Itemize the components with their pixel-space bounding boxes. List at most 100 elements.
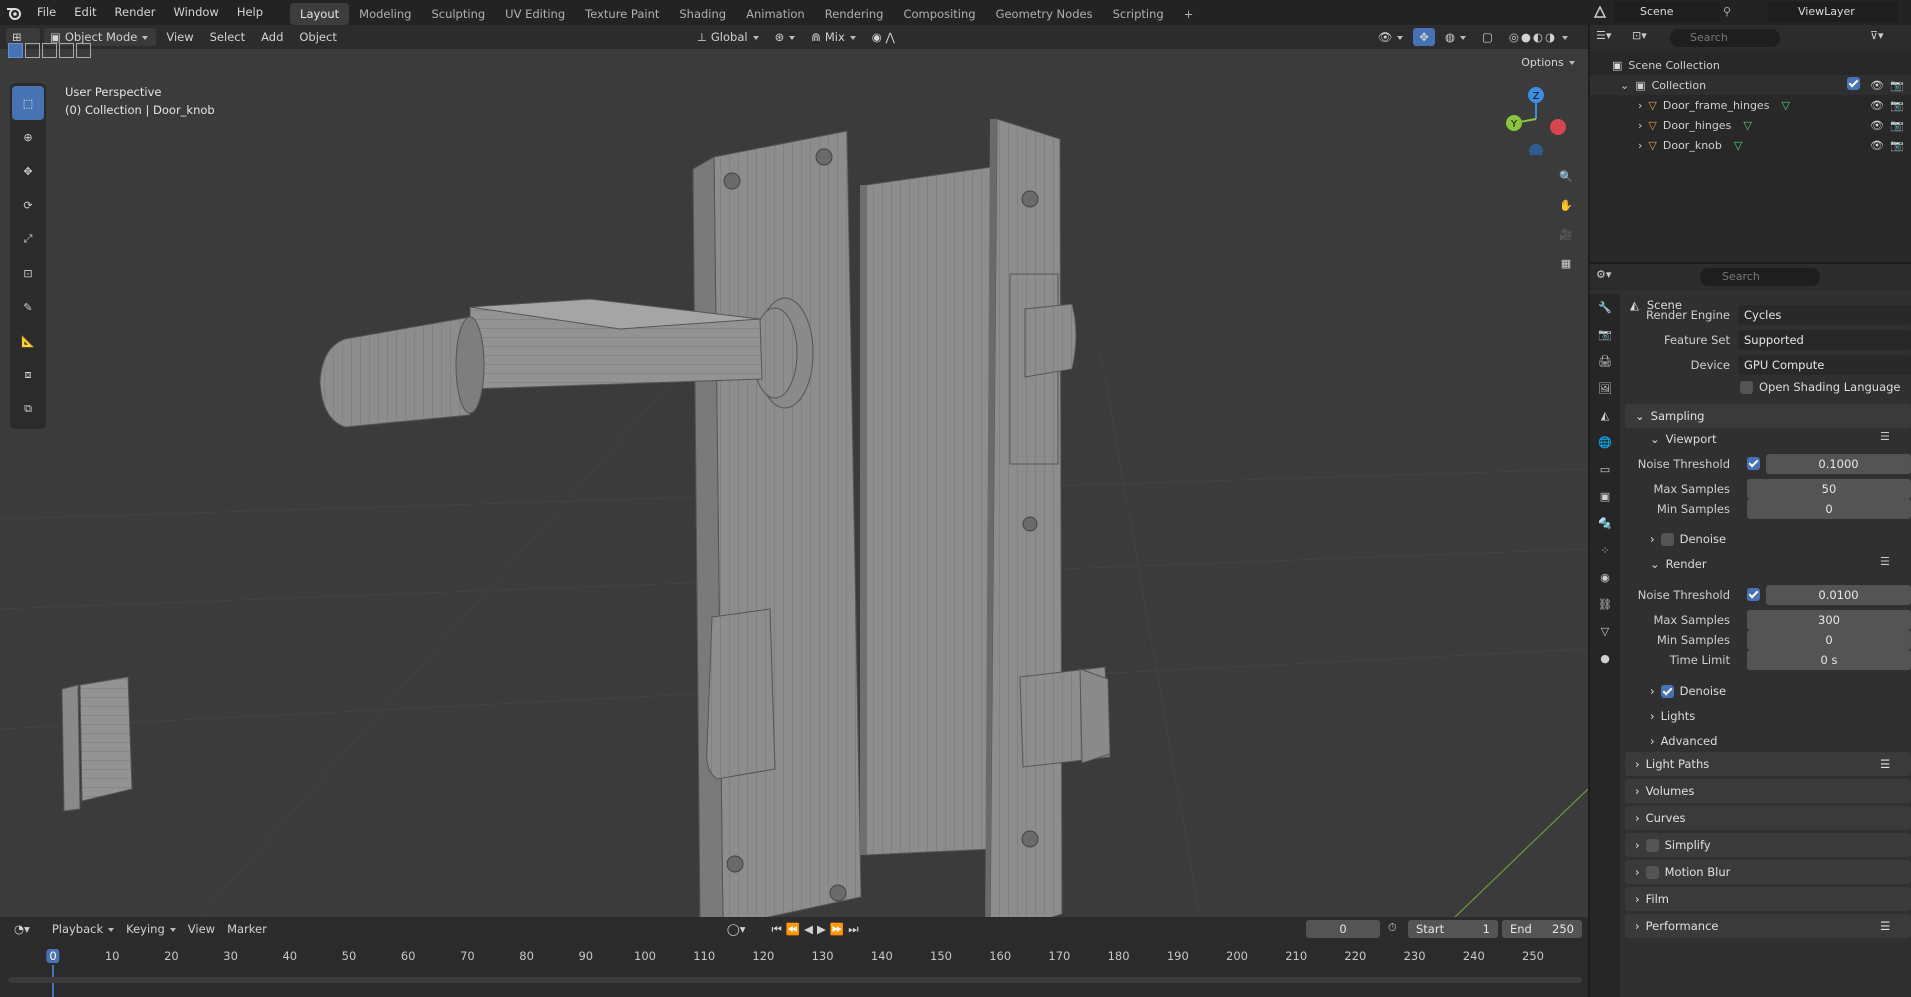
add-workspace-button[interactable]: +: [1174, 3, 1204, 25]
tab-geometry-nodes[interactable]: Geometry Nodes: [986, 3, 1103, 25]
select-box-tool[interactable]: ⬚: [12, 86, 44, 120]
scale-tool[interactable]: ⤢: [10, 222, 46, 256]
preset-list-icon[interactable]: ☰: [1880, 555, 1890, 568]
shading-modes[interactable]: ◎●◐◑: [1503, 28, 1574, 46]
transform-tool[interactable]: ⊡: [10, 256, 46, 290]
viewport-noise-checkbox[interactable]: [1747, 457, 1766, 473]
tab-modeling[interactable]: Modeling: [349, 3, 421, 25]
menu-edit[interactable]: Edit: [65, 0, 105, 25]
visibility-eye-icon[interactable]: 👁: [1870, 119, 1884, 132]
object-tab-icon[interactable]: ▣: [1590, 483, 1620, 510]
viewport-noise-threshold-field[interactable]: 0.1000: [1766, 454, 1911, 474]
tab-scripting[interactable]: Scripting: [1103, 3, 1174, 25]
tab-compositing[interactable]: Compositing: [893, 3, 985, 25]
world-tab-icon[interactable]: 🌐: [1590, 429, 1620, 456]
overlay-toggle-button[interactable]: ◍: [1439, 28, 1472, 46]
play-icon[interactable]: ▶: [817, 922, 830, 936]
timeline-scrollbar[interactable]: [8, 977, 1582, 983]
light-paths-panel[interactable]: › Light Paths ☰: [1625, 752, 1911, 776]
properties-editor-type-icon[interactable]: ⚙▾: [1596, 268, 1626, 286]
tab-shading[interactable]: Shading: [669, 3, 736, 25]
menu-marker[interactable]: Marker: [221, 920, 273, 938]
sampling-panel-header[interactable]: ⌄ Sampling: [1625, 404, 1911, 428]
render-camera-icon[interactable]: 📷: [1890, 99, 1904, 112]
menu-select[interactable]: Select: [204, 28, 251, 46]
scene-icon[interactable]: [1588, 2, 1612, 22]
gizmo-toggle-button[interactable]: ✥: [1413, 28, 1435, 46]
output-tab-icon[interactable]: 🖨: [1590, 348, 1620, 375]
end-frame-field[interactable]: End 250: [1502, 920, 1582, 938]
collection-tab-icon[interactable]: ▭: [1590, 456, 1620, 483]
prev-keyframe-icon[interactable]: ⏪: [786, 922, 804, 936]
feature-set-dropdown[interactable]: Supported: [1738, 330, 1911, 350]
cursor-tool[interactable]: ⊕: [10, 120, 46, 154]
viewport-min-samples-field[interactable]: 0: [1747, 499, 1911, 519]
outliner-search-input[interactable]: Search: [1670, 29, 1780, 47]
render-camera-icon[interactable]: 📷: [1890, 119, 1904, 132]
move-tool[interactable]: ✥: [10, 154, 46, 188]
simplify-panel[interactable]: › Simplify: [1625, 833, 1911, 857]
jump-end-icon[interactable]: ⏭: [848, 922, 862, 936]
add-object-tool[interactable]: ⧉: [10, 392, 46, 426]
camera-view-icon[interactable]: 🎥: [1553, 221, 1579, 247]
menu-timeline-view[interactable]: View: [182, 920, 221, 938]
menu-playback[interactable]: Playback: [46, 920, 120, 938]
render-subpanel-header[interactable]: ⌄ Render: [1650, 557, 1707, 571]
menu-keying[interactable]: Keying: [120, 920, 182, 938]
osl-checkbox[interactable]: Open Shading Language: [1740, 380, 1901, 394]
exclude-checkbox[interactable]: [1847, 77, 1866, 93]
menu-view[interactable]: View: [160, 28, 199, 46]
auto-keying-icon[interactable]: ◯▾: [721, 920, 752, 938]
tab-sculpting[interactable]: Sculpting: [421, 3, 495, 25]
xray-toggle-button[interactable]: ▢: [1476, 28, 1499, 46]
outliner-object-row[interactable]: › ▽ Door_knob ▽ 👁 📷: [1590, 135, 1911, 155]
render-noise-threshold-field[interactable]: 0.0100: [1766, 585, 1911, 605]
render-camera-icon[interactable]: 📷: [1890, 139, 1904, 152]
scene-pin-icon[interactable]: ⚲: [1723, 2, 1739, 22]
preset-list-icon[interactable]: ☰: [1880, 430, 1890, 443]
viewport-denoise-subpanel[interactable]: › Denoise: [1650, 532, 1726, 546]
add-cube-tool[interactable]: ⧈: [10, 358, 46, 392]
snap-dropdown[interactable]: ⋒ Mix: [805, 28, 862, 46]
view-layer-tab-icon[interactable]: 🖼: [1590, 375, 1620, 402]
navigation-gizmo[interactable]: Z Y: [1500, 83, 1572, 155]
menu-help[interactable]: Help: [228, 0, 272, 25]
start-frame-field[interactable]: Start 1: [1408, 920, 1498, 938]
scene-canvas[interactable]: [0, 49, 1588, 917]
tab-layout[interactable]: Layout: [290, 3, 350, 25]
render-min-samples-field[interactable]: 0: [1747, 630, 1911, 650]
view-layer-selector[interactable]: ViewLayer: [1768, 2, 1898, 22]
render-noise-checkbox[interactable]: [1747, 588, 1766, 604]
next-keyframe-icon[interactable]: ⏩: [830, 922, 848, 936]
performance-panel[interactable]: › Performance ☰: [1625, 914, 1911, 938]
funnel-icon[interactable]: ⊽▾: [1870, 29, 1900, 47]
rotate-tool[interactable]: ⟳: [10, 188, 46, 222]
device-dropdown[interactable]: GPU Compute: [1738, 355, 1911, 375]
menu-object[interactable]: Object: [293, 28, 342, 46]
menu-add[interactable]: Add: [255, 28, 289, 46]
render-denoise-subpanel[interactable]: › Denoise: [1650, 684, 1726, 698]
menu-file[interactable]: File: [28, 0, 65, 25]
playback-controls[interactable]: ⏮⏪◀▶⏩⏭: [765, 920, 868, 938]
volumes-panel[interactable]: › Volumes: [1625, 779, 1911, 803]
current-frame-field[interactable]: 0: [1306, 920, 1380, 938]
display-mode-icon[interactable]: ☰▾: [1596, 29, 1626, 47]
jump-start-icon[interactable]: ⏮: [771, 922, 785, 936]
viewport-subpanel-header[interactable]: ⌄ Viewport: [1650, 432, 1717, 446]
data-tab-icon[interactable]: ▽: [1590, 618, 1620, 645]
menu-render[interactable]: Render: [106, 0, 165, 25]
proportional-edit-button[interactable]: ◉ ⋀: [866, 28, 901, 46]
outliner-scene-collection[interactable]: ▣ Scene Collection: [1590, 55, 1911, 75]
properties-search-input[interactable]: Search: [1700, 268, 1820, 286]
pan-hand-icon[interactable]: ✋: [1553, 192, 1579, 218]
outliner-object-row[interactable]: › ▽ Door_frame_hinges ▽ 👁 📷: [1590, 95, 1911, 115]
visibility-dropdown[interactable]: 👁: [1372, 28, 1410, 46]
render-tab-icon[interactable]: 📷: [1590, 321, 1620, 348]
advanced-subpanel[interactable]: › Advanced: [1650, 734, 1717, 748]
film-panel[interactable]: › Film: [1625, 887, 1911, 911]
physics-tab-icon[interactable]: ◉: [1590, 564, 1620, 591]
pivot-dropdown[interactable]: ⊛: [769, 28, 802, 46]
play-reverse-icon[interactable]: ◀: [804, 922, 817, 936]
scene-selector[interactable]: Scene: [1614, 2, 1720, 22]
visibility-eye-icon[interactable]: 👁: [1870, 79, 1884, 92]
